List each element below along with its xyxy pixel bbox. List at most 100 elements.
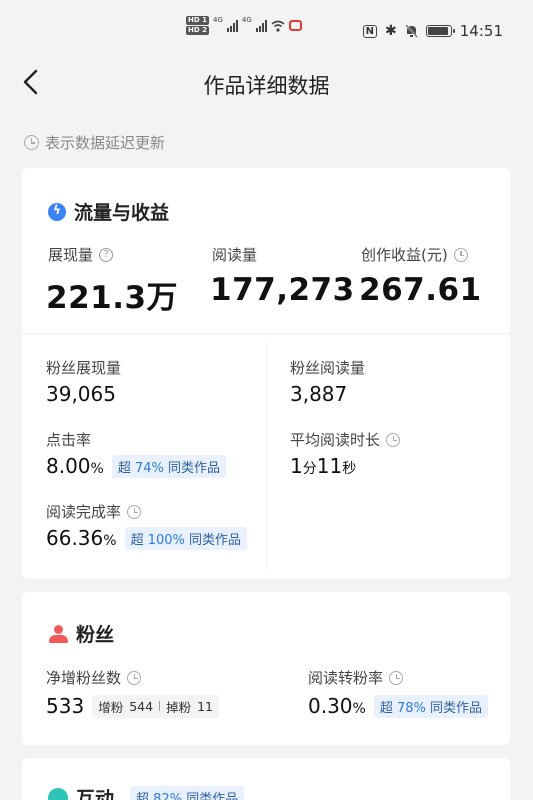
conversion-label-text: 阅读转粉率 (308, 669, 384, 687)
interaction-title-text: 互动 (76, 788, 115, 800)
hd2-badge: HD 2 (186, 26, 209, 35)
delay-clock-icon (389, 670, 404, 685)
delay-clock-icon (127, 670, 142, 685)
badge-suffix: 同类作品 (186, 792, 239, 800)
signal-group: HD 1 HD 2 4G 4G (186, 16, 302, 35)
ctr-number: 8.00 (46, 454, 91, 478)
avg-time-sec: 11 (316, 454, 343, 478)
avg-time-min: 1 (290, 454, 303, 478)
badge-prefix: 超 (379, 700, 393, 716)
fan-reads-value: 3,887 (290, 382, 348, 406)
badge-percent: 82% (153, 792, 183, 800)
screen-record-icon (288, 20, 302, 31)
badge-prefix: 超 (136, 792, 150, 800)
bluetooth-icon: ✱ (385, 23, 397, 39)
fans-section-title: 粉丝 (48, 620, 114, 647)
signal-icon-2 (255, 19, 267, 32)
badge-prefix: 超 (130, 532, 144, 548)
badge-prefix: 超 (117, 460, 131, 476)
ctr-unit: % (90, 461, 104, 477)
badge-percent: 74% (135, 460, 164, 476)
network-label-1: 4G (212, 16, 223, 24)
split-divider (159, 701, 161, 711)
avg-time-min-unit: 分 (302, 461, 317, 477)
loss-label: 掉粉 (166, 699, 192, 715)
impressions-label: 展现量 ? (48, 244, 114, 265)
conversion-value: 0.30 % 超 78% 同类作品 (308, 694, 489, 718)
fans-title-text: 粉丝 (76, 624, 115, 646)
status-bar: HD 1 HD 2 4G 4G N ✱ 14:51 (0, 0, 533, 64)
avg-time-value: 1 分 11 秒 (290, 454, 356, 478)
badge-suffix: 同类作品 (168, 460, 221, 476)
fan-reads-label: 粉丝阅读量 (290, 359, 366, 377)
fan-impressions-label: 粉丝展现量 (46, 359, 122, 377)
traffic-section-title: 流量与收益 (48, 198, 169, 225)
divider-vertical (266, 340, 267, 572)
badge-percent: 78% (397, 700, 426, 716)
earnings-value: 267.61 (359, 272, 482, 308)
impressions-value: 221.3万 (46, 280, 179, 316)
fans-card: 粉丝 净增粉丝数 533 增粉 544 掉粉 11 阅读转粉率 0.30 % 超… (22, 592, 510, 745)
gain-value: 544 (129, 698, 154, 714)
nfc-icon: N (362, 24, 378, 38)
nav-bar: 作品详细数据 (0, 60, 533, 106)
interaction-rank-badge: 超 82% 同类作品 (130, 786, 245, 800)
traffic-card: 流量与收益 展现量 ? 221.3万 阅读量 177,273 创作收益(元) 2… (22, 168, 510, 579)
conversion-unit: % (352, 701, 366, 717)
earnings-label-text: 创作收益(元) (361, 246, 448, 264)
conversion-rank-badge: 超 78% 同类作品 (373, 694, 489, 718)
hd1-badge: HD 1 (186, 16, 209, 25)
chat-bubble-icon (48, 787, 68, 800)
mute-bell-icon (405, 24, 418, 38)
completion-value: 66.36 % 超 100% 同类作品 (46, 526, 248, 550)
delay-clock-icon (127, 504, 142, 519)
badge-suffix: 同类作品 (189, 532, 242, 548)
loss-value: 11 (197, 698, 213, 714)
impressions-label-text: 展现量 (48, 246, 94, 264)
net-fans-number: 533 (46, 694, 85, 718)
completion-rank-badge: 超 100% 同类作品 (124, 526, 248, 550)
status-right: N ✱ 14:51 (362, 22, 503, 40)
reads-value: 177,273 (210, 272, 355, 308)
clock-time: 14:51 (459, 22, 503, 40)
reads-label: 阅读量 (212, 246, 258, 264)
badge-suffix: 同类作品 (430, 700, 483, 716)
delay-clock-icon (24, 135, 39, 150)
wifi-icon (271, 20, 285, 32)
completion-unit: % (103, 533, 117, 549)
battery-icon (425, 25, 455, 37)
ctr-label: 点击率 (46, 431, 92, 449)
person-icon (48, 624, 68, 644)
avg-time-sec-unit: 秒 (342, 461, 357, 477)
avg-time-label: 平均阅读时长 (290, 429, 401, 450)
completion-label-text: 阅读完成率 (46, 503, 122, 521)
net-fans-label: 净增粉丝数 (46, 667, 142, 688)
ctr-rank-badge: 超 74% 同类作品 (111, 454, 227, 478)
completion-number: 66.36 (46, 526, 104, 550)
interaction-section-title: 互动 超 82% 同类作品 (48, 784, 245, 800)
net-fans-label-text: 净增粉丝数 (46, 669, 122, 687)
signal-icon (226, 19, 238, 32)
page-title: 作品详细数据 (203, 74, 330, 98)
delay-notice: 表示数据延迟更新 (24, 132, 165, 153)
delay-clock-icon (453, 247, 468, 262)
completion-label: 阅读完成率 (46, 501, 142, 522)
help-icon[interactable]: ? (99, 247, 114, 262)
interaction-card: 互动 超 82% 同类作品 (22, 758, 510, 800)
conversion-label: 阅读转粉率 (308, 667, 404, 688)
net-fans-value: 533 增粉 544 掉粉 11 (46, 694, 219, 718)
delay-clock-icon (386, 432, 401, 447)
divider-horizontal (22, 333, 510, 334)
lightning-drop-icon (48, 202, 66, 221)
avg-time-label-text: 平均阅读时长 (290, 431, 381, 449)
conversion-number: 0.30 (308, 694, 353, 718)
earnings-label: 创作收益(元) (361, 244, 468, 265)
badge-percent: 100% (147, 532, 185, 548)
notice-text: 表示数据延迟更新 (45, 134, 166, 152)
ctr-value: 8.00 % 超 74% 同类作品 (46, 454, 227, 478)
network-label-2: 4G (241, 16, 252, 24)
fans-gain-loss: 增粉 544 掉粉 11 (92, 694, 219, 718)
gain-label: 增粉 (98, 699, 124, 715)
fan-impressions-value: 39,065 (46, 382, 116, 406)
traffic-title-text: 流量与收益 (74, 202, 170, 224)
